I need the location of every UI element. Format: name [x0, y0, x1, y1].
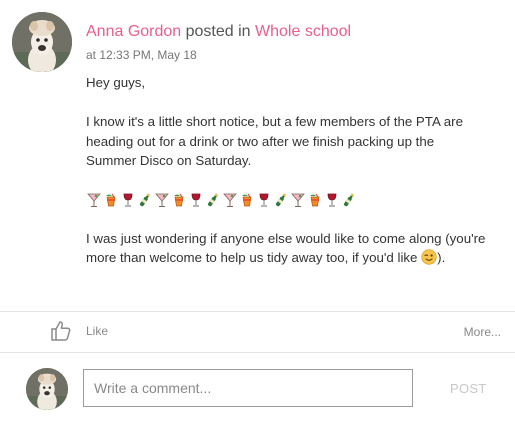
post-timestamp: at 12:33 PM, May 18: [86, 48, 197, 62]
current-user-avatar: [26, 368, 68, 410]
alpaca-avatar-image: [12, 12, 72, 72]
thumbs-up-icon: [51, 321, 71, 341]
tropical-drink-emoji: [171, 192, 187, 208]
post-paragraph-2: I was just wondering if anyone else woul…: [86, 229, 486, 268]
like-button[interactable]: Like: [50, 319, 108, 343]
post-body: Hey guys, I know it's a little short not…: [86, 73, 486, 287]
post-header: Anna Gordon posted in Whole school: [86, 23, 351, 41]
cocktail-emoji: [154, 192, 170, 208]
comment-input[interactable]: [83, 369, 413, 407]
post-comment-button[interactable]: POST: [450, 381, 487, 396]
author-link[interactable]: Anna Gordon: [86, 23, 181, 40]
winking-face-emoji: [421, 249, 437, 265]
cocktail-emoji: [290, 192, 306, 208]
cocktail-emoji: [86, 192, 102, 208]
group-link[interactable]: Whole school: [255, 23, 351, 40]
wine-glass-emoji: [120, 192, 136, 208]
alpaca-avatar-image: [26, 368, 68, 410]
champagne-emoji: [273, 192, 289, 208]
wine-glass-emoji: [324, 192, 340, 208]
cocktail-emoji: [222, 192, 238, 208]
post-card: Anna Gordon posted in Whole school at 12…: [0, 0, 515, 423]
like-label: Like: [86, 324, 109, 338]
champagne-emoji: [137, 192, 153, 208]
wine-glass-emoji: [188, 192, 204, 208]
tropical-drink-emoji: [103, 192, 119, 208]
champagne-emoji: [341, 192, 357, 208]
emoji-row: [86, 190, 486, 209]
champagne-emoji: [205, 192, 221, 208]
tropical-drink-emoji: [239, 192, 255, 208]
post-action-bar: Like More...: [0, 311, 515, 353]
tropical-drink-emoji: [307, 192, 323, 208]
post-greeting: Hey guys,: [86, 75, 146, 90]
post-paragraph-2-end: ).: [437, 250, 446, 265]
more-button[interactable]: More...: [464, 325, 501, 339]
posted-in-text: posted in: [181, 23, 256, 40]
author-avatar[interactable]: [12, 12, 72, 72]
wine-glass-emoji: [256, 192, 272, 208]
post-paragraph-1: I know it's a little short notice, but a…: [86, 114, 463, 168]
